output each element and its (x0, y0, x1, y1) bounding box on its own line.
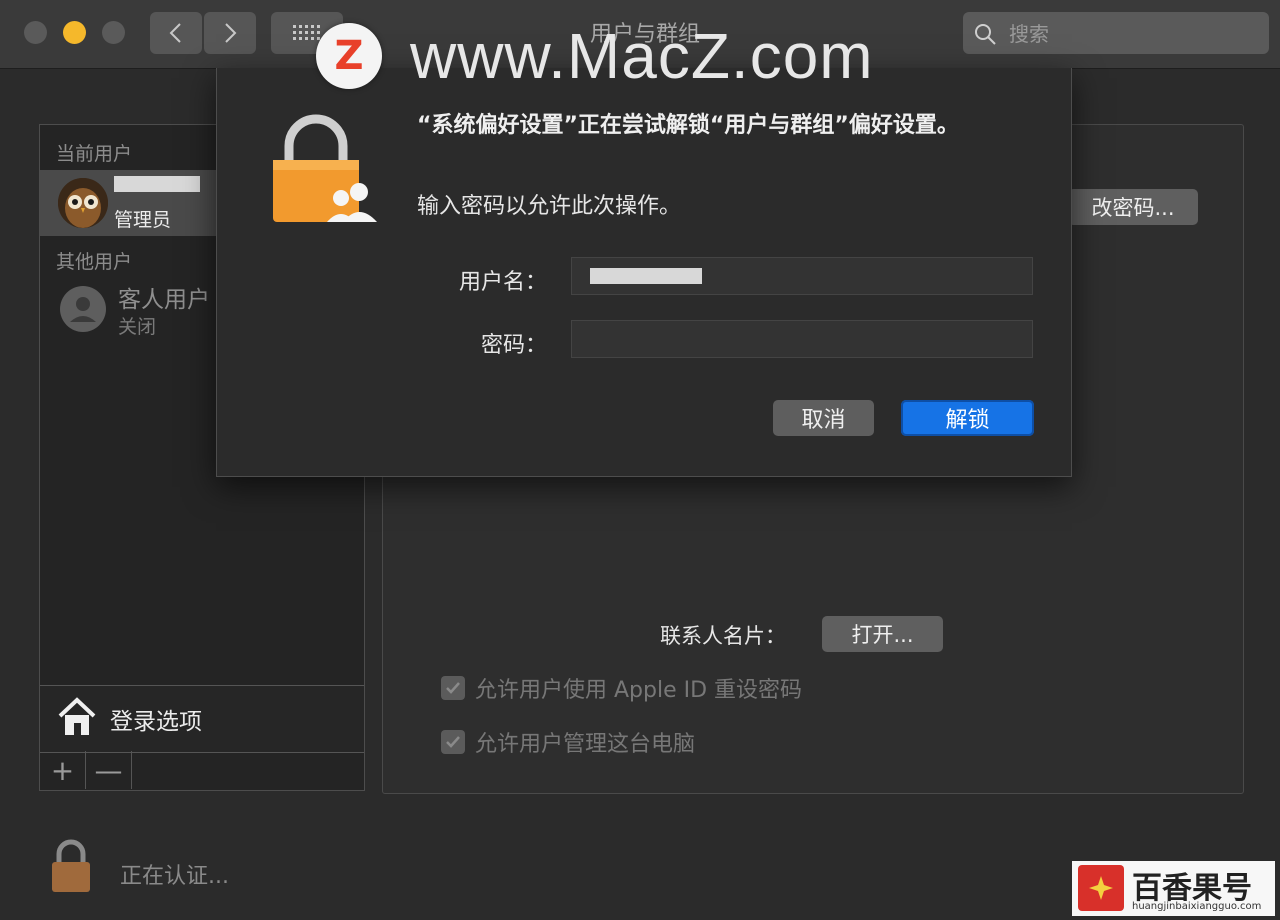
brand-logo-icon (1078, 865, 1124, 911)
unlock-dialog: “系统偏好设置”正在尝试解锁“用户与群组”偏好设置。 输入密码以允许此次操作。 … (216, 68, 1072, 477)
checkmark-icon (446, 736, 460, 748)
password-field[interactable] (571, 320, 1033, 358)
checkbox[interactable] (441, 676, 465, 700)
avatar (58, 178, 108, 228)
checkbox[interactable] (441, 730, 465, 754)
dialog-instruction: 输入密码以允许此次操作。 (417, 194, 682, 219)
guest-avatar (60, 286, 106, 332)
auth-status-text: 正在认证... (120, 864, 229, 889)
login-options-item[interactable]: 登录选项 (40, 685, 364, 753)
brand-watermark: 百香果号 huangjinbaixiangguo.com (1072, 861, 1275, 916)
checkbox-label: 允许用户使用 Apple ID 重设密码 (475, 678, 803, 703)
back-button[interactable] (150, 12, 202, 54)
minimize-window-button[interactable] (63, 21, 86, 44)
current-users-label: 当前用户 (56, 143, 133, 165)
user-role: 管理员 (114, 209, 172, 231)
redacted-username (114, 176, 200, 192)
brand-url: huangjinbaixiangguo.com (1132, 901, 1262, 912)
watermark-logo-letter: Z (334, 33, 364, 79)
username-label: 用户名： (458, 270, 547, 295)
close-window-button[interactable] (24, 21, 47, 44)
lock-button[interactable] (48, 838, 94, 898)
checkmark-icon (446, 682, 460, 694)
search-icon (975, 24, 996, 45)
padlock-users-icon (271, 112, 381, 234)
allow-appleid-reset-checkbox[interactable]: 允许用户使用 Apple ID 重设密码 (441, 674, 803, 703)
chevron-left-icon (169, 23, 181, 43)
watermark-logo-icon: Z (316, 23, 382, 89)
redacted-username-value (590, 268, 702, 284)
password-label: 密码： (480, 333, 547, 358)
checkbox-label: 允许用户管理这台电脑 (475, 732, 696, 757)
person-icon (70, 297, 96, 322)
zoom-window-button[interactable] (102, 21, 125, 44)
password-input[interactable] (572, 321, 1032, 357)
add-remove-bar: + — (40, 751, 364, 789)
forward-button[interactable] (204, 12, 256, 54)
lock-icon (52, 839, 90, 892)
dialog-message: “系统偏好设置”正在尝试解锁“用户与群组”偏好设置。 (417, 113, 959, 138)
change-password-button[interactable]: 改密码... (1068, 189, 1198, 225)
open-contact-card-button[interactable]: 打开... (822, 616, 943, 652)
guest-user-name: 客人用户 (118, 287, 210, 313)
allow-admin-checkbox[interactable]: 允许用户管理这台电脑 (441, 728, 696, 757)
other-users-label: 其他用户 (56, 251, 133, 273)
watermark-text: www.MacZ.com (410, 20, 874, 92)
guest-user-status: 关闭 (118, 316, 157, 338)
house-icon (58, 697, 96, 735)
contact-card-label: 联系人名片： (660, 624, 786, 648)
chevron-right-icon (225, 23, 237, 43)
site-watermark: Z www.MacZ.com (316, 20, 874, 92)
unlock-button[interactable]: 解锁 (901, 400, 1034, 436)
remove-user-button[interactable]: — (86, 751, 132, 789)
add-user-button[interactable]: + (40, 751, 86, 789)
search-field[interactable] (963, 12, 1269, 54)
cancel-button[interactable]: 取消 (773, 400, 874, 436)
username-field[interactable] (571, 257, 1033, 295)
search-input[interactable] (1007, 18, 1261, 50)
login-options-label: 登录选项 (110, 709, 202, 735)
